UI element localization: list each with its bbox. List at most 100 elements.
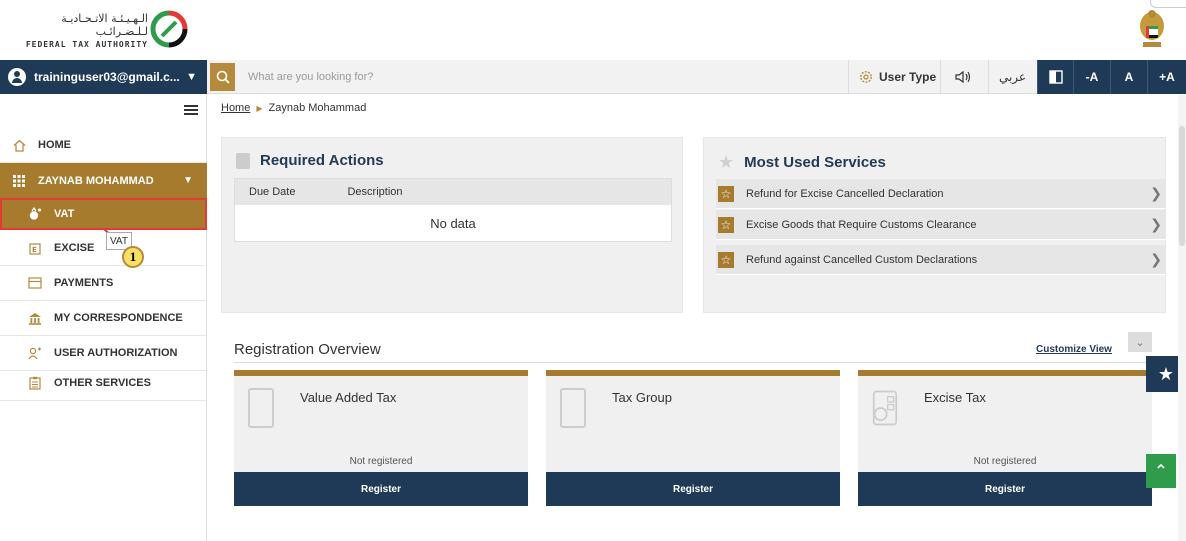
registration-card-tax-group: Tax Group Register — [546, 370, 840, 506]
sidebar-item-label: ZAYNAB MOHAMMAD — [38, 174, 154, 187]
chevron-right-icon: ❯ — [1150, 185, 1162, 201]
table-header: Due Date Description — [235, 179, 671, 205]
header-logo-bar: الـهـيـئـة الاتـحـاديـة لـلـضـرائـب FEDE… — [0, 0, 1186, 60]
bank-icon — [28, 311, 42, 325]
registration-card-vat: Value Added Tax Not registered Register — [234, 370, 528, 506]
scrollbar-thumb[interactable] — [1179, 126, 1185, 246]
chevron-down-icon: ▼ — [186, 71, 197, 83]
chevron-down-icon: ▼ — [183, 175, 193, 186]
tax-document-icon — [248, 388, 274, 428]
payment-card-icon — [28, 276, 42, 290]
star-outline-icon: ☆ — [718, 185, 734, 202]
fta-logo-icon[interactable] — [150, 10, 188, 48]
font-increase-button[interactable]: +A — [1147, 60, 1186, 94]
registration-status: Not registered — [349, 456, 413, 467]
user-key-icon — [28, 346, 42, 360]
speaker-icon — [955, 70, 971, 84]
most-used-services-panel: ★ Most Used Services ☆ Refund for Excise… — [703, 137, 1166, 313]
top-toolbar: traininguser03@gmail.c... ▼ User Type عر… — [0, 60, 1186, 94]
service-item[interactable]: ☆ Refund for Excise Cancelled Declaratio… — [716, 179, 1166, 209]
clipboard-icon — [28, 376, 42, 390]
breadcrumb: Home ▶ Zaynab Mohammad — [221, 102, 366, 114]
registration-card-excise: Excise Tax Not registered Register — [858, 370, 1152, 506]
service-item[interactable]: ☆ Refund against Cancelled Custom Declar… — [716, 245, 1166, 275]
card-title: Tax Group — [612, 390, 672, 405]
sidebar-item-label: PAYMENTS — [54, 277, 114, 289]
scroll-to-top-button[interactable]: ⌃ — [1146, 454, 1176, 488]
hamburger-menu-icon[interactable] — [184, 105, 198, 115]
star-outline-icon: ☆ — [718, 251, 734, 268]
sidebar-item-home[interactable]: HOME — [0, 128, 207, 163]
customize-view-link[interactable]: Customize View — [1036, 344, 1112, 355]
user-type-label: User Type — [879, 70, 937, 84]
panel-title-text: Required Actions — [260, 152, 384, 169]
home-icon — [12, 138, 26, 152]
excise-icon: E — [28, 241, 42, 255]
chevron-down-icon[interactable]: ⌄ — [1128, 332, 1152, 352]
register-button[interactable]: Register — [546, 472, 840, 506]
required-actions-title: Required Actions — [236, 152, 384, 169]
language-toggle[interactable]: عربي — [988, 60, 1036, 94]
sidebar-item-label: HOME — [38, 139, 71, 151]
service-label: Refund against Cancelled Custom Declarat… — [746, 253, 978, 266]
sidebar-item-label: OTHER SERVICES — [54, 377, 151, 389]
step-number-badge: 1 — [122, 246, 144, 268]
card-title: Excise Tax — [924, 390, 986, 405]
sidebar-item-vat[interactable]: VAT — [0, 198, 207, 230]
read-aloud-button[interactable] — [940, 60, 985, 94]
tax-document-icon — [560, 388, 586, 428]
empty-state-text: No data — [430, 215, 476, 231]
star-icon: ★ — [718, 152, 735, 172]
sidebar-item-other-services[interactable]: OTHER SERVICES — [0, 366, 207, 401]
contrast-toggle-button[interactable] — [1037, 60, 1073, 94]
document-icon — [236, 152, 250, 169]
column-header-description[interactable]: Description — [347, 186, 402, 198]
user-account-menu[interactable]: traininguser03@gmail.c... ▼ — [0, 60, 207, 94]
panel-title-text: Most Used Services — [744, 154, 886, 171]
breadcrumb-current: Zaynab Mohammad — [268, 102, 367, 114]
sidebar-item-payments[interactable]: PAYMENTS — [0, 266, 207, 301]
sidebar-item-label: MY CORRESPONDENCE — [54, 312, 183, 324]
user-email: traininguser03@gmail.c... — [34, 70, 180, 84]
sidebar: HOME ZAYNAB MOHAMMAD ▼ VAT E EXCISE PAYM… — [0, 95, 207, 541]
gear-icon — [860, 71, 872, 83]
sidebar-item-account[interactable]: ZAYNAB MOHAMMAD ▼ — [0, 163, 207, 198]
service-item[interactable]: ☆ Excise Goods that Require Customs Clea… — [716, 210, 1166, 240]
chevron-right-icon: ❯ — [1150, 216, 1162, 232]
register-button[interactable]: Register — [858, 472, 1152, 506]
money-bag-icon — [28, 206, 42, 221]
sidebar-item-label: USER AUTHORIZATION — [54, 347, 178, 359]
sidebar-item-correspondence[interactable]: MY CORRESPONDENCE — [0, 301, 207, 336]
most-used-services-title: ★ Most Used Services — [718, 152, 886, 173]
required-actions-table: Due Date Description No data — [234, 178, 672, 242]
font-normal-button[interactable]: A — [1110, 60, 1147, 94]
registration-status: Not registered — [973, 456, 1037, 467]
grid-icon — [12, 174, 26, 188]
service-label: Excise Goods that Require Customs Cleara… — [746, 218, 977, 231]
uae-emblem-icon — [1140, 10, 1164, 47]
contrast-icon — [1048, 70, 1063, 84]
font-decrease-button[interactable]: -A — [1073, 60, 1110, 94]
column-header-due-date[interactable]: Due Date — [249, 186, 295, 198]
sidebar-item-excise[interactable]: E EXCISE — [0, 231, 207, 266]
section-divider — [234, 362, 1146, 363]
svg-text:E: E — [32, 246, 37, 254]
brand-name-arabic: الـهـيـئـة الاتـحـاديـة لـلـضـرائـب — [61, 12, 148, 38]
star-outline-icon: ☆ — [718, 216, 734, 233]
service-label: Refund for Excise Cancelled Declaration — [746, 187, 944, 200]
user-type-button[interactable]: User Type — [848, 60, 946, 94]
card-title: Value Added Tax — [300, 390, 397, 405]
chevron-right-icon: ❯ — [1150, 251, 1162, 267]
excise-calculator-icon — [872, 390, 898, 426]
search-button[interactable] — [210, 63, 235, 91]
registration-overview-title: Registration Overview — [234, 341, 381, 358]
search-icon — [216, 70, 230, 84]
sidebar-item-label: VAT — [54, 207, 75, 220]
required-actions-panel: Required Actions Due Date Description No… — [221, 137, 683, 313]
breadcrumb-home-link[interactable]: Home — [221, 102, 250, 114]
register-button[interactable]: Register — [234, 472, 528, 506]
search-input[interactable] — [248, 64, 838, 90]
brand-name-english: FEDERAL TAX AUTHORITY — [25, 40, 148, 49]
brand-logo-text: الـهـيـئـة الاتـحـاديـة لـلـضـرائـب FEDE… — [8, 12, 148, 49]
breadcrumb-separator-icon: ▶ — [256, 103, 263, 113]
